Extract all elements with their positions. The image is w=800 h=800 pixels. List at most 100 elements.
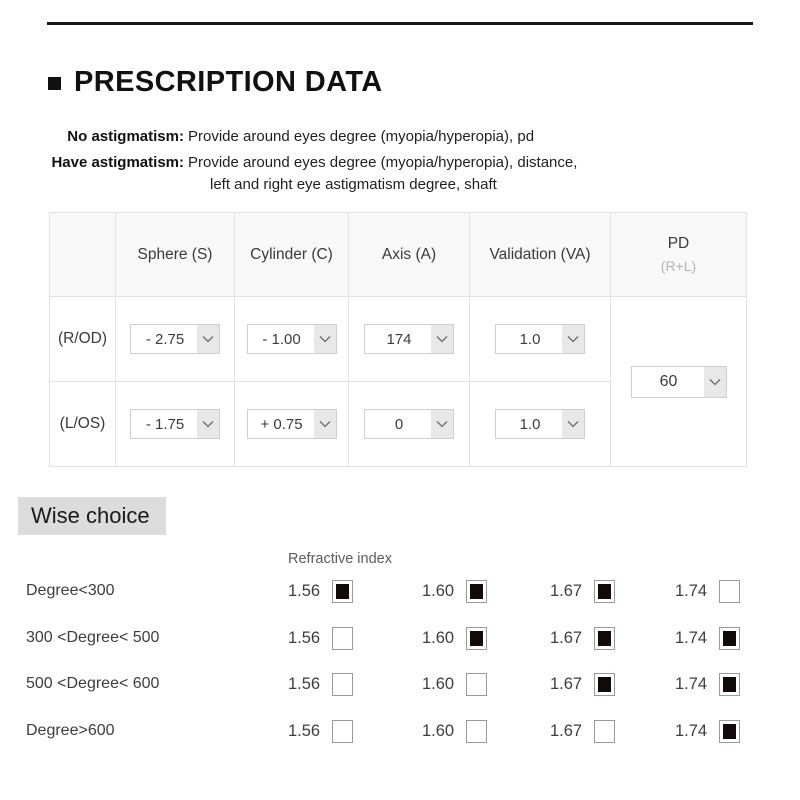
wise-choice-title: Wise choice <box>18 497 166 535</box>
note-text-no-astigmatism: Provide around eyes degree (myopia/hyper… <box>188 126 534 148</box>
choice-option: 1.56 <box>288 627 353 650</box>
refractive-index-checkbox[interactable] <box>719 580 740 603</box>
refractive-index-checkbox[interactable] <box>594 580 615 603</box>
refractive-index-choice-grid: Degree<300 1.56 1.60 1.67 1.74 300 <Degree< 5… <box>0 576 800 762</box>
refractive-index-checkbox[interactable] <box>719 627 740 650</box>
choice-row: 300 <Degree< 5001.561.601.671.74 <box>0 623 800 670</box>
choice-option: 1.74 <box>675 673 740 696</box>
refractive-index-label: 1.74 <box>675 722 707 741</box>
axis-select-left[interactable]: 0 <box>364 409 454 439</box>
pd-select[interactable]: 60 <box>631 366 727 398</box>
cylinder-select-left[interactable]: + 0.75 <box>247 409 337 439</box>
refractive-index-checkbox[interactable] <box>466 580 487 603</box>
refractive-index-checkbox[interactable] <box>332 580 353 603</box>
axis-select-right-value: 174 <box>365 325 431 353</box>
column-header-pd-label: PD <box>668 235 690 252</box>
chevron-down-icon <box>431 325 453 353</box>
column-header-pd: PD (R+L) <box>611 213 747 297</box>
cell-cylinder-right: - 1.00 <box>235 297 349 382</box>
note-line-1: Provide around eyes degree (myopia/hyper… <box>188 128 534 145</box>
choice-option: 1.56 <box>288 720 353 743</box>
choice-option: 1.74 <box>675 720 740 743</box>
choice-row-label: 300 <Degree< 500 <box>26 629 159 647</box>
refractive-index-checkbox[interactable] <box>594 673 615 696</box>
refractive-index-checkbox[interactable] <box>594 720 615 743</box>
note-row-no-astigmatism: No astigmatism: Provide around eyes degr… <box>0 126 800 148</box>
refractive-index-label: 1.67 <box>550 722 582 741</box>
cell-validation-left: 1.0 <box>470 382 611 467</box>
refractive-index-label: 1.67 <box>550 675 582 694</box>
note-label-no-astigmatism: No astigmatism: <box>0 126 188 148</box>
top-divider <box>47 22 753 25</box>
choice-row: Degree<300 1.56 1.60 1.67 1.74 <box>0 576 800 623</box>
axis-select-left-value: 0 <box>365 410 431 438</box>
validation-select-left[interactable]: 1.0 <box>495 409 585 439</box>
cell-cylinder-left: + 0.75 <box>235 382 349 467</box>
cylinder-select-right[interactable]: - 1.00 <box>247 324 337 354</box>
chevron-down-icon <box>562 410 584 438</box>
sphere-select-left-value: - 1.75 <box>131 410 197 438</box>
refractive-index-label: 1.56 <box>288 582 320 601</box>
choice-option: 1.67 <box>550 673 615 696</box>
refractive-index-checkbox[interactable] <box>466 720 487 743</box>
column-header-axis: Axis (A) <box>349 213 470 297</box>
note-row-have-astigmatism: Have astigmatism: Provide around eyes de… <box>0 152 800 196</box>
validation-select-left-value: 1.0 <box>496 410 562 438</box>
table-header-row: Sphere (S) Cylinder (C) Axis (A) Validat… <box>50 213 747 297</box>
choice-option: 1.74 <box>675 580 740 603</box>
prescription-table: Sphere (S) Cylinder (C) Axis (A) Validat… <box>49 212 747 467</box>
choice-option: 1.56 <box>288 673 353 696</box>
column-header-eye <box>50 213 116 297</box>
pd-select-value: 60 <box>632 367 704 397</box>
filled-square-bullet-icon <box>48 77 61 90</box>
choice-option: 1.60 <box>422 627 487 650</box>
refractive-index-checkbox[interactable] <box>466 627 487 650</box>
instruction-notes: No astigmatism: Provide around eyes degr… <box>0 126 800 200</box>
column-header-sphere: Sphere (S) <box>116 213 235 297</box>
page-title-text: PRESCRIPTION DATA <box>74 68 383 97</box>
refractive-index-checkbox[interactable] <box>719 720 740 743</box>
refractive-index-checkbox[interactable] <box>332 627 353 650</box>
refractive-index-checkbox[interactable] <box>332 673 353 696</box>
choice-option: 1.60 <box>422 673 487 696</box>
refractive-index-checkbox[interactable] <box>719 673 740 696</box>
eye-label-right: (R/OD) <box>50 297 116 382</box>
refractive-index-label: 1.74 <box>675 629 707 648</box>
refractive-index-header: Refractive index <box>288 551 392 567</box>
page-title: PRESCRIPTION DATA <box>48 68 383 97</box>
refractive-index-label: 1.60 <box>422 722 454 741</box>
cylinder-select-right-value: - 1.00 <box>248 325 314 353</box>
sphere-select-right[interactable]: - 2.75 <box>130 324 220 354</box>
sphere-select-left[interactable]: - 1.75 <box>130 409 220 439</box>
refractive-index-checkbox[interactable] <box>594 627 615 650</box>
column-header-pd-sublabel: (R+L) <box>611 257 746 276</box>
note-line-1: Provide around eyes degree (myopia/hyper… <box>188 154 577 171</box>
choice-row-label: Degree<300 <box>26 582 115 600</box>
eye-label-left: (L/OS) <box>50 382 116 467</box>
chevron-down-icon <box>562 325 584 353</box>
choice-row: 500 <Degree< 600 1.56 1.60 1.67 1.74 <box>0 669 800 716</box>
column-header-cylinder: Cylinder (C) <box>235 213 349 297</box>
refractive-index-checkbox[interactable] <box>466 673 487 696</box>
chevron-down-icon <box>314 325 336 353</box>
refractive-index-checkbox[interactable] <box>332 720 353 743</box>
refractive-index-label: 1.60 <box>422 582 454 601</box>
refractive-index-label: 1.74 <box>675 582 707 601</box>
choice-row-label: 500 <Degree< 600 <box>26 675 159 693</box>
choice-option: 1.67 <box>550 580 615 603</box>
choice-option: 1.67 <box>550 720 615 743</box>
cell-sphere-right: - 2.75 <box>116 297 235 382</box>
refractive-index-label: 1.56 <box>288 722 320 741</box>
chevron-down-icon <box>314 410 336 438</box>
axis-select-right[interactable]: 174 <box>364 324 454 354</box>
note-label-have-astigmatism: Have astigmatism: <box>0 152 188 174</box>
validation-select-right[interactable]: 1.0 <box>495 324 585 354</box>
choice-option: 1.60 <box>422 720 487 743</box>
refractive-index-label: 1.74 <box>675 675 707 694</box>
cell-sphere-left: - 1.75 <box>116 382 235 467</box>
note-text-have-astigmatism: Provide around eyes degree (myopia/hyper… <box>188 152 577 196</box>
refractive-index-label: 1.56 <box>288 675 320 694</box>
chevron-down-icon <box>197 410 219 438</box>
cell-axis-left: 0 <box>349 382 470 467</box>
choice-option: 1.74 <box>675 627 740 650</box>
